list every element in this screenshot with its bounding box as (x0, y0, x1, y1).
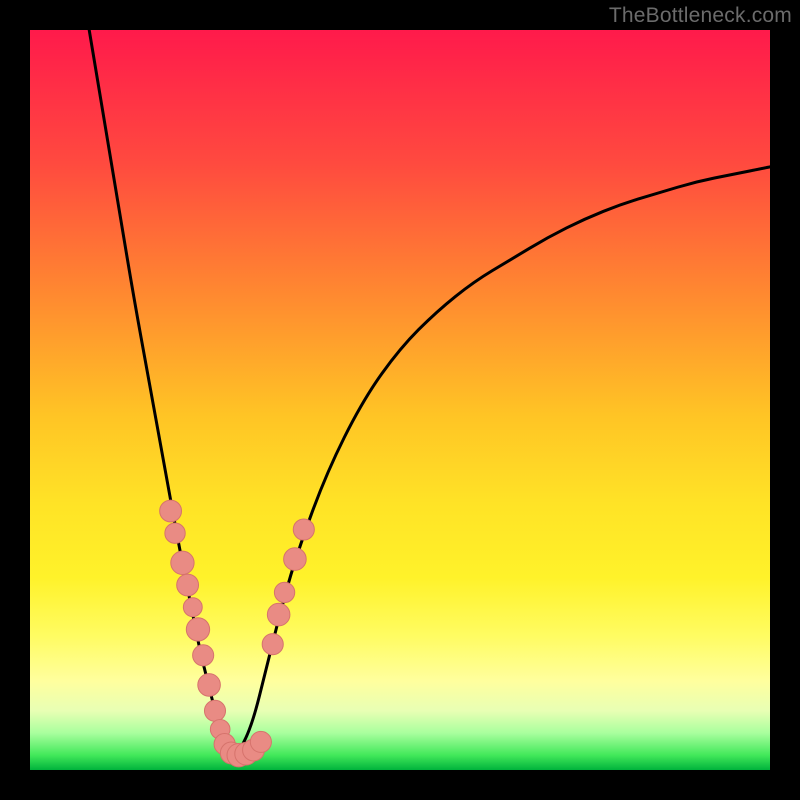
data-dot (267, 603, 290, 626)
curve-layer (89, 30, 770, 755)
chart-svg (30, 30, 770, 770)
data-dot (183, 598, 202, 617)
data-dot (250, 731, 271, 752)
data-dot (284, 548, 307, 571)
data-dot (198, 674, 221, 697)
data-dot (262, 634, 283, 655)
data-dot (171, 551, 194, 574)
data-dot (193, 645, 214, 666)
data-dot (165, 523, 185, 543)
curve-right-curve (237, 167, 770, 755)
watermark-text: TheBottleneck.com (609, 4, 792, 28)
plot-area (30, 30, 770, 770)
data-dot (186, 618, 209, 641)
data-dot (274, 582, 294, 602)
scatter-layer (160, 500, 315, 767)
curve-left-curve (89, 30, 237, 755)
data-dot (177, 574, 199, 596)
data-dot (204, 700, 225, 721)
data-dot (293, 519, 314, 540)
data-dot (160, 500, 182, 522)
chart-frame: TheBottleneck.com (0, 0, 800, 800)
